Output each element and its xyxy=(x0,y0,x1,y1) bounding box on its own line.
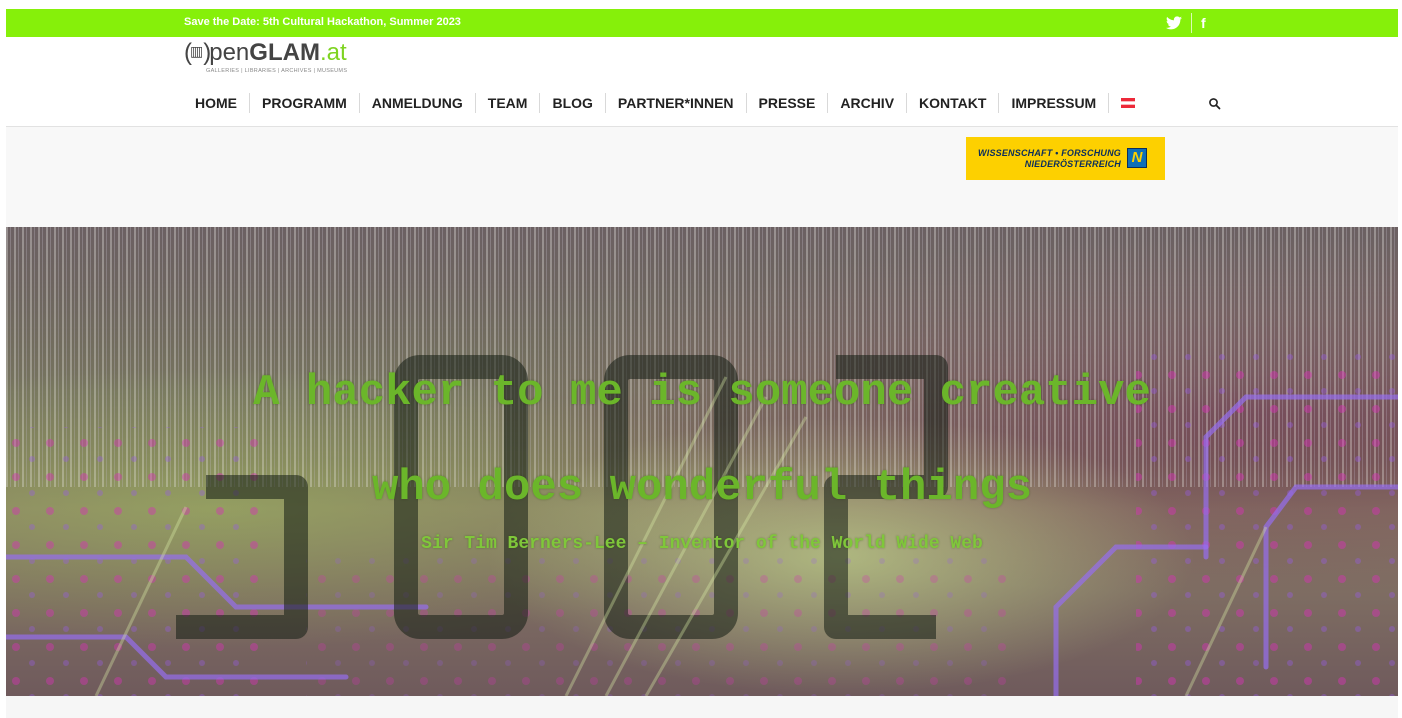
site-header: (▥)penGLAM.at GALLERIES | LIBRARIES | AR… xyxy=(6,37,1398,127)
hero-quote-attribution: Sir Tim Berners-Lee – Inventor of the Wo… xyxy=(421,534,983,554)
nav-item-blog[interactable]: BLOG xyxy=(539,93,604,113)
top-announcement-bar: Save the Date: 5th Cultural Hackathon, S… xyxy=(6,9,1398,37)
nav-item-anmeldung[interactable]: ANMELDUNG xyxy=(358,93,475,113)
nav-item-partnerinnen[interactable]: PARTNER*INNEN xyxy=(604,93,746,113)
hero-quote-line-1: A hacker to me is someone creative xyxy=(253,368,1151,418)
nav-item-home[interactable]: HOME xyxy=(195,93,249,113)
sponsor-band: WISSENSCHAFT • FORSCHUNG NIEDERÖSTERREIC… xyxy=(6,127,1398,227)
social-divider xyxy=(1191,13,1192,33)
museum-icon: ▥ xyxy=(190,43,203,59)
sponsor-n-icon: N xyxy=(1127,148,1147,168)
search-icon[interactable] xyxy=(1208,97,1222,111)
logo-word-pen: pen xyxy=(209,39,250,66)
nav-item-archiv[interactable]: ARCHIV xyxy=(827,93,906,113)
sponsor-line-1: WISSENSCHAFT • FORSCHUNG xyxy=(978,148,1121,158)
hero-banner: A hacker to me is someone creative who d… xyxy=(6,227,1398,696)
main-navigation: HOME PROGRAMM ANMELDUNG TEAM BLOG PARTNE… xyxy=(195,93,1147,113)
nav-item-programm[interactable]: PROGRAMM xyxy=(249,93,359,113)
hero-background-image xyxy=(6,227,1398,696)
twitter-icon[interactable] xyxy=(1166,16,1182,30)
announcement-link[interactable]: Save the Date: 5th Cultural Hackathon, S… xyxy=(184,16,461,28)
hero-quote-line-2: who does wonderful things xyxy=(371,463,1033,513)
nav-item-impressum[interactable]: IMPRESSUM xyxy=(998,93,1108,113)
austria-flag-icon[interactable] xyxy=(1108,93,1147,113)
page-frame: Save the Date: 5th Cultural Hackathon, S… xyxy=(6,9,1398,718)
logo-wordmark: (▥)penGLAM.at xyxy=(184,39,347,67)
sponsor-logo-noe[interactable]: WISSENSCHAFT • FORSCHUNG NIEDERÖSTERREIC… xyxy=(966,137,1165,180)
logo-subtitle: GALLERIES | LIBRARIES | ARCHIVES | MUSEU… xyxy=(206,68,348,74)
facebook-icon[interactable]: f xyxy=(1201,15,1206,31)
social-links: f xyxy=(1166,13,1206,33)
nav-item-presse[interactable]: PRESSE xyxy=(745,93,828,113)
logo-word-glam: GLAM xyxy=(249,39,320,66)
nav-item-team[interactable]: TEAM xyxy=(474,93,540,113)
logo-word-at: .at xyxy=(319,39,347,66)
content-area-start xyxy=(6,696,1398,718)
nav-item-kontakt[interactable]: KONTAKT xyxy=(906,93,998,113)
site-logo[interactable]: (▥)penGLAM.at GALLERIES | LIBRARIES | AR… xyxy=(184,39,374,79)
sponsor-line-2: NIEDERÖSTERREICH xyxy=(1024,159,1121,169)
